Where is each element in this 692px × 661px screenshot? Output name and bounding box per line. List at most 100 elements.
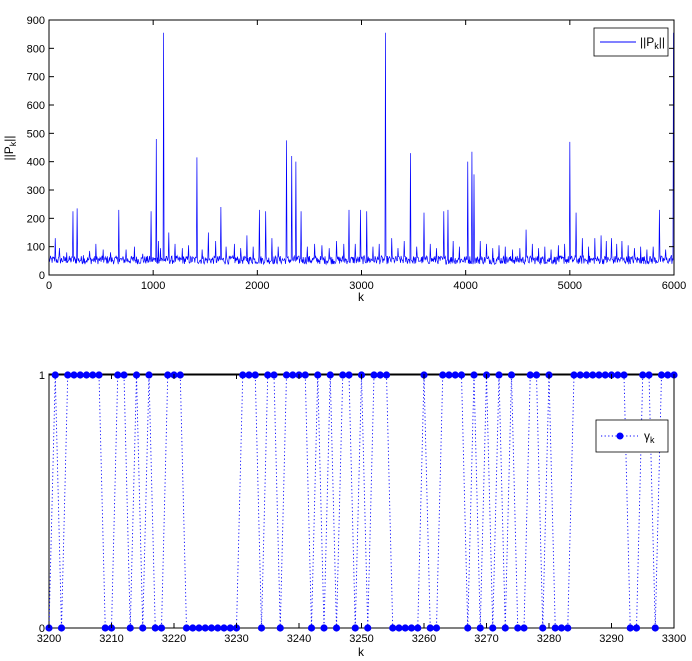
data-point: [439, 371, 447, 379]
data-point: [645, 371, 653, 379]
data-point: [376, 371, 384, 379]
y-tick-label: 500: [27, 128, 45, 140]
data-point: [476, 624, 484, 632]
y-tick-label: 700: [27, 72, 45, 84]
y-tick-label: 800: [27, 43, 45, 55]
data-point: [614, 371, 622, 379]
y-tick-label: 900: [27, 15, 45, 27]
data-point: [76, 371, 84, 379]
data-point: [307, 624, 316, 632]
data-point: [489, 624, 497, 632]
series-gamma-k-markers: [45, 371, 678, 632]
data-point: [414, 624, 422, 632]
data-point: [351, 624, 359, 632]
data-point: [382, 371, 391, 379]
data-point: [51, 371, 59, 379]
chart-norm-pk-xlabel: k: [358, 290, 365, 304]
data-point: [532, 371, 541, 379]
data-point: [282, 371, 291, 379]
x-tick-label: 2000: [245, 280, 269, 292]
x-tick-label: 3220: [162, 633, 186, 645]
chart-gamma-k-xlabel: k: [358, 645, 365, 659]
data-point: [632, 624, 641, 632]
data-point: [320, 624, 328, 632]
x-tick-label: 0: [46, 280, 52, 292]
data-point: [301, 371, 309, 379]
data-point: [457, 371, 466, 379]
data-point: [95, 371, 103, 379]
chart-norm-pk-ticks: 0 1000 2000 3000 4000 5000 6000010020030040050…: [27, 15, 687, 292]
data-point: [239, 371, 247, 379]
data-point: [551, 624, 559, 632]
data-point: [470, 371, 478, 379]
data-point: [576, 371, 584, 379]
chart-norm-pk-frame: [48, 19, 675, 276]
data-point: [570, 371, 578, 379]
y-tick-label: 1: [39, 370, 45, 382]
data-point: [370, 371, 378, 379]
x-tick-label: 3290: [599, 633, 623, 645]
x-tick-label: 4000: [453, 280, 477, 292]
chart-norm-pk-ylabel: ||Pk||: [2, 136, 18, 161]
data-point: [582, 371, 591, 379]
x-tick-label: 1000: [141, 280, 165, 292]
x-tick-label: 3210: [99, 633, 123, 645]
figure: 0 1000 2000 3000 4000 5000 6000010020030040050…: [2, 15, 686, 659]
data-point: [82, 371, 91, 379]
data-point: [182, 624, 191, 632]
data-point: [120, 371, 128, 379]
data-point: [539, 624, 547, 632]
data-point: [389, 624, 397, 632]
data-point: [151, 624, 159, 632]
data-point: [557, 624, 566, 632]
x-tick-label: 3300: [662, 633, 686, 645]
data-point: [201, 624, 209, 632]
data-point: [64, 371, 72, 379]
data-point: [126, 624, 134, 632]
x-tick-label: 6000: [662, 280, 686, 292]
x-tick-label: 3260: [412, 633, 436, 645]
x-tick-label: 3280: [537, 633, 561, 645]
data-point: [257, 624, 266, 632]
data-point: [426, 624, 434, 632]
data-point: [132, 371, 141, 379]
data-point: [601, 371, 609, 379]
data-point: [651, 624, 659, 632]
data-point: [620, 371, 628, 379]
chart-gamma-k: 3200 3210 3220 3230 3240 3250 3260 3270 3280 3290…: [37, 370, 686, 659]
data-point: [445, 371, 453, 379]
data-point: [214, 624, 222, 632]
data-point: [189, 624, 197, 632]
data-point: [164, 371, 172, 379]
legend-box: [595, 419, 669, 453]
data-point: [595, 371, 603, 379]
data-point: [401, 624, 409, 632]
x-tick-label: 3240: [287, 633, 311, 645]
data-point: [364, 624, 372, 632]
data-point: [564, 624, 572, 632]
data-point: [114, 371, 122, 379]
data-point: [664, 371, 672, 379]
data-point: [57, 624, 66, 632]
y-tick-label: 600: [27, 100, 45, 112]
data-point: [326, 371, 334, 379]
x-tick-label: 3230: [224, 633, 248, 645]
chart-gamma-k-frame: [48, 373, 675, 629]
chart-norm-pk: 0 1000 2000 3000 4000 5000 6000010020030040050…: [2, 15, 686, 304]
data-point: [220, 624, 228, 632]
y-tick-label: 100: [27, 242, 45, 254]
data-point: [520, 624, 528, 632]
data-point: [332, 624, 341, 632]
chart-gamma-k-plot-area: [45, 371, 678, 632]
data-point: [89, 371, 97, 379]
data-point: [226, 624, 234, 632]
data-point: [407, 624, 416, 632]
data-point: [589, 371, 597, 379]
data-point: [176, 371, 184, 379]
x-tick-label: 3270: [474, 633, 498, 645]
data-point: [501, 624, 509, 632]
data-point: [626, 624, 634, 632]
data-point: [195, 624, 203, 632]
data-point: [451, 371, 459, 379]
data-point: [657, 371, 666, 379]
